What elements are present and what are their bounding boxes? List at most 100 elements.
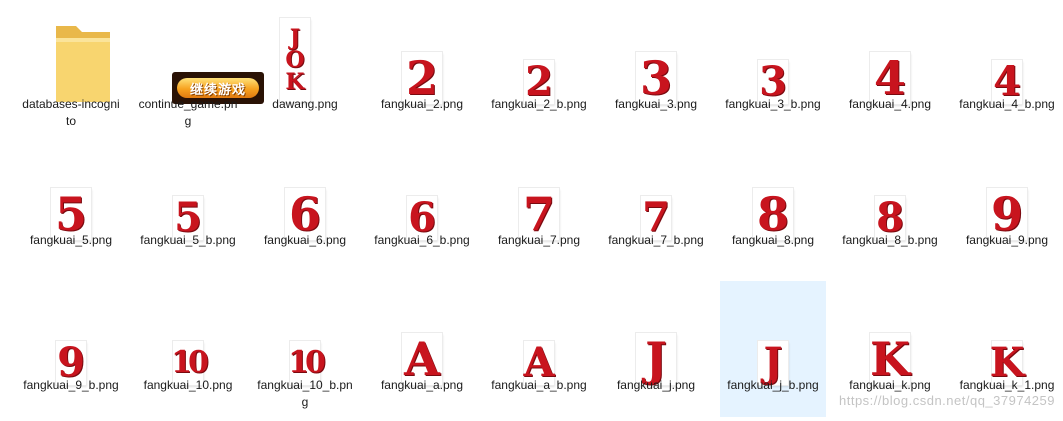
watermark: https://blog.csdn.net/qq_37974259 bbox=[839, 393, 1055, 408]
file-name-label: databases-incognito bbox=[22, 97, 120, 128]
file-name-label: fangkuai_j_b.png bbox=[727, 378, 819, 392]
thumbnail: 9 bbox=[18, 281, 124, 385]
file-item-fangkuai-9-b[interactable]: 9 fangkuai_9_b.png bbox=[18, 281, 124, 417]
thumbnail: 4 bbox=[837, 0, 943, 104]
thumbnail: J bbox=[720, 281, 826, 385]
thumbnail: 7 bbox=[603, 136, 709, 240]
file-item-dawang[interactable]: J O Kdawang.png bbox=[252, 0, 358, 140]
thumbnail: 5 bbox=[18, 136, 124, 240]
file-item-continue-game[interactable]: 继续游戏 continue_game.png bbox=[135, 0, 264, 140]
file-item-databases-incognito[interactable]: databases-incognito bbox=[18, 0, 124, 140]
file-name-label: fangkuai_j.png bbox=[616, 378, 696, 392]
file-name-label: fangkuai_9_b.png bbox=[23, 378, 119, 392]
file-item-fangkuai-8-b[interactable]: 8 fangkuai_8_b.png bbox=[837, 136, 943, 276]
file-name-label: fangkuai_a.png bbox=[380, 378, 464, 392]
file-name-label: fangkuai_7.png bbox=[497, 233, 581, 247]
file-item-fangkuai-6[interactable]: 6 fangkuai_6.png bbox=[252, 136, 358, 276]
thumbnail: 3 bbox=[720, 0, 826, 104]
thumbnail: JOK bbox=[252, 0, 358, 102]
file-name-label: fangkuai_6.png bbox=[263, 233, 347, 247]
joker-letter: J bbox=[289, 25, 301, 51]
file-item-fangkuai-j[interactable]: Jfangkuai_j.png bbox=[603, 281, 709, 417]
file-name-label: fangkuai_8.png bbox=[731, 233, 815, 247]
card-rank: A bbox=[404, 332, 440, 386]
thumbnail: 6 bbox=[252, 136, 358, 240]
card-rank: 2 bbox=[405, 51, 438, 105]
thumbnail: 8 bbox=[837, 136, 943, 240]
file-name-label: fangkuai_9.png bbox=[965, 233, 1049, 247]
card-rank: 10 bbox=[288, 345, 326, 380]
thumbnail: 继续游戏 bbox=[135, 0, 264, 104]
file-name-label: fangkuai_3_b.png bbox=[725, 97, 821, 111]
thumbnail: 7 bbox=[486, 136, 592, 240]
file-name-label: fangkuai_5.png bbox=[29, 233, 113, 247]
card-rank: 6 bbox=[288, 187, 321, 241]
file-name-label: fangkuai_5_b.png bbox=[140, 233, 236, 247]
file-item-fangkuai-9[interactable]: 9 fangkuai_9.png bbox=[954, 136, 1060, 276]
thumbnail: 5 bbox=[135, 136, 241, 240]
thumbnail: A bbox=[486, 281, 592, 385]
file-name-label: fangkuai_10_b.png bbox=[257, 378, 353, 409]
thumbnail: 6 bbox=[369, 136, 475, 240]
thumbnail: K bbox=[837, 281, 943, 385]
file-name-label: fangkuai_8_b.png bbox=[842, 233, 938, 247]
thumbnail: 10 bbox=[252, 281, 358, 385]
thumbnail: 3 bbox=[603, 0, 709, 104]
file-item-fangkuai-10-b[interactable]: 10 fangkuai_10_b.png bbox=[252, 281, 358, 417]
file-name-label: fangkuai_k_1.png bbox=[959, 378, 1055, 392]
file-item-fangkuai-a-b[interactable]: Afangkuai_a_b.png bbox=[486, 281, 592, 417]
file-name-label: dawang.png bbox=[272, 97, 338, 111]
file-name-label: continue_game.png bbox=[138, 97, 238, 128]
file-item-fangkuai-5-b[interactable]: 5 fangkuai_5_b.png bbox=[135, 136, 241, 276]
file-item-fangkuai-10[interactable]: 10 fangkuai_10.png bbox=[135, 281, 241, 417]
continue-game-text: 继续游戏 bbox=[177, 78, 259, 98]
file-item-fangkuai-3-b[interactable]: 3 fangkuai_3_b.png bbox=[720, 0, 826, 140]
file-item-fangkuai-j-b[interactable]: Jfangkuai_j_b.png bbox=[720, 281, 826, 417]
file-item-fangkuai-2-b[interactable]: 2 fangkuai_2_b.png bbox=[486, 0, 592, 140]
file-name-label: fangkuai_10.png bbox=[143, 378, 233, 392]
file-item-fangkuai-2[interactable]: 2 fangkuai_2.png bbox=[369, 0, 475, 140]
joker-letter: K bbox=[285, 69, 305, 95]
thumbnail: 2 bbox=[369, 0, 475, 104]
thumbnail: 8 bbox=[720, 136, 826, 240]
file-item-fangkuai-4-b[interactable]: 4 fangkuai_4_b.png bbox=[954, 0, 1060, 140]
file-item-fangkuai-6-b[interactable]: 6 fangkuai_6_b.png bbox=[369, 136, 475, 276]
thumbnail: 2 bbox=[486, 0, 592, 104]
card-rank: 4 bbox=[873, 51, 906, 105]
file-name-label: fangkuai_7_b.png bbox=[608, 233, 704, 247]
thumbnail: A bbox=[369, 281, 475, 385]
file-name-label: fangkuai_3.png bbox=[614, 97, 698, 111]
file-name-label: fangkuai_4.png bbox=[848, 97, 932, 111]
joker-letter: O bbox=[285, 47, 305, 73]
thumbnail bbox=[18, 0, 124, 102]
card-rank: 8 bbox=[756, 187, 789, 241]
thumbnail: 9 bbox=[954, 136, 1060, 240]
folder-icon bbox=[56, 26, 110, 102]
thumbnail: J bbox=[603, 281, 709, 385]
file-item-fangkuai-7-b[interactable]: 7 fangkuai_7_b.png bbox=[603, 136, 709, 276]
file-item-fangkuai-8[interactable]: 8 fangkuai_8.png bbox=[720, 136, 826, 276]
file-grid: databases-incognito 继续游戏 continue_game.png… bbox=[0, 0, 1063, 421]
file-item-fangkuai-a[interactable]: Afangkuai_a.png bbox=[369, 281, 475, 417]
joker-card-image: JOK bbox=[280, 18, 310, 102]
file-name-label: fangkuai_2_b.png bbox=[491, 97, 587, 111]
card-rank: K bbox=[870, 332, 910, 386]
card-rank: 10 bbox=[171, 345, 209, 380]
file-item-fangkuai-7[interactable]: 7 fangkuai_7.png bbox=[486, 136, 592, 276]
file-item-fangkuai-3[interactable]: 3 fangkuai_3.png bbox=[603, 0, 709, 140]
thumbnail: 10 bbox=[135, 281, 241, 385]
file-item-fangkuai-4[interactable]: 4 fangkuai_4.png bbox=[837, 0, 943, 140]
card-rank: 7 bbox=[522, 187, 555, 241]
card-rank: 3 bbox=[639, 51, 672, 105]
card-rank: 5 bbox=[54, 187, 87, 241]
file-name-label: fangkuai_k.png bbox=[849, 378, 931, 392]
file-name-label: fangkuai_4_b.png bbox=[959, 97, 1055, 111]
thumbnail: K bbox=[954, 281, 1060, 385]
file-name-label: fangkuai_6_b.png bbox=[374, 233, 470, 247]
card-rank: J bbox=[645, 332, 667, 386]
thumbnail: 4 bbox=[954, 0, 1060, 104]
file-name-label: fangkuai_2.png bbox=[380, 97, 464, 111]
file-name-label: fangkuai_a_b.png bbox=[491, 378, 587, 392]
file-item-fangkuai-5[interactable]: 5 fangkuai_5.png bbox=[18, 136, 124, 276]
card-rank: 9 bbox=[990, 187, 1023, 241]
